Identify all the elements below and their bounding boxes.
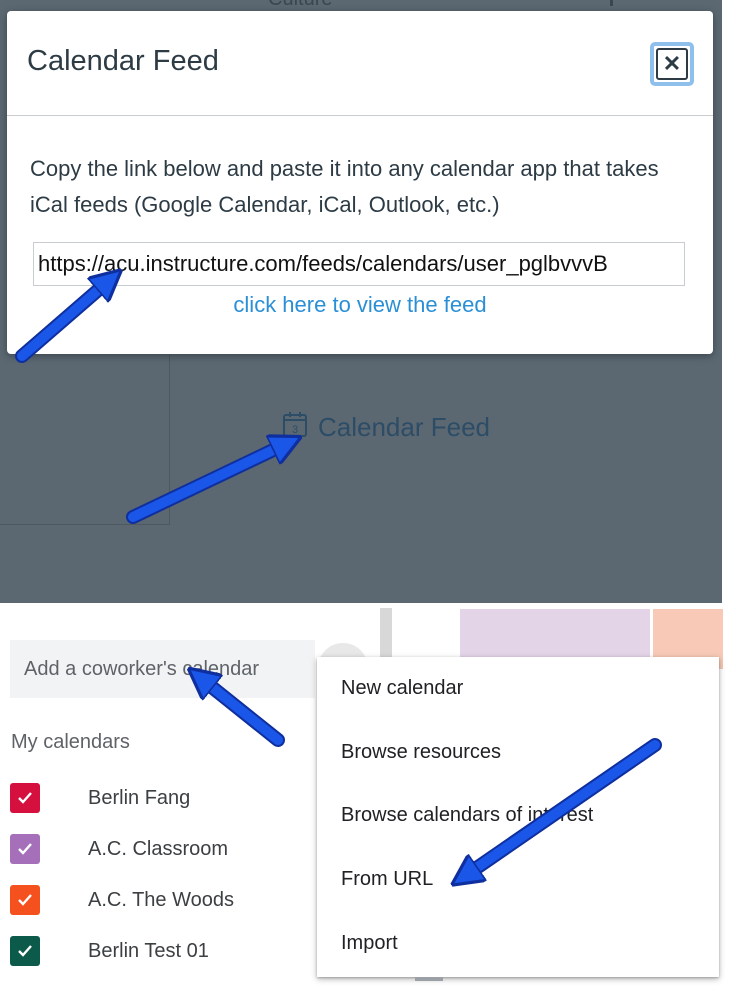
calendar-item[interactable]: A.C. The Woods — [10, 885, 234, 915]
coworker-search-input[interactable] — [10, 640, 315, 698]
calendar-feed-label: Calendar Feed — [318, 412, 490, 442]
menu-item-browse-calendars[interactable]: Browse calendars of interest — [341, 804, 593, 827]
calendar-icon-day: 3 — [292, 424, 298, 436]
calendar-name: A.C. The Woods — [88, 888, 234, 911]
background-divider — [610, 0, 613, 6]
background-strip — [380, 608, 392, 658]
view-feed-link[interactable]: click here to view the feed — [7, 292, 713, 318]
background-divider — [169, 355, 170, 525]
add-calendar-menu: New calendar Browse resources Browse cal… — [317, 657, 719, 977]
background-fragment — [415, 977, 443, 981]
calendar-feed-button[interactable]: 3 Calendar Feed — [282, 410, 490, 445]
background-divider — [0, 524, 170, 525]
google-calendar-sidebar: My calendars Berlin Fang A.C. Classroom … — [0, 603, 736, 1004]
menu-item-new-calendar[interactable]: New calendar — [341, 677, 463, 700]
menu-item-browse-resources[interactable]: Browse resources — [341, 741, 501, 764]
calendar-icon: 3 — [282, 410, 308, 445]
calendar-feed-dialog: Calendar Feed ✕ Copy the link below and … — [7, 11, 713, 354]
calendar-item[interactable]: Berlin Test 01 — [10, 936, 209, 966]
dialog-header: Calendar Feed ✕ — [7, 11, 713, 116]
canvas-calendar-screen: Culture 3 Calendar Feed Calendar Feed ✕ … — [0, 0, 722, 603]
close-icon: ✕ — [656, 48, 688, 80]
checkbox-checked-icon[interactable] — [10, 834, 40, 864]
feed-url-field[interactable] — [33, 242, 685, 286]
close-button[interactable]: ✕ — [650, 42, 694, 86]
background-course-title: Culture — [268, 0, 332, 11]
checkbox-checked-icon[interactable] — [10, 783, 40, 813]
calendar-name: Berlin Test 01 — [88, 939, 209, 962]
calendar-item[interactable]: A.C. Classroom — [10, 834, 228, 864]
checkbox-checked-icon[interactable] — [10, 936, 40, 966]
menu-item-import[interactable]: Import — [341, 932, 398, 955]
calendar-name: A.C. Classroom — [88, 837, 229, 860]
checkbox-checked-icon[interactable] — [10, 885, 40, 915]
dialog-title: Calendar Feed — [27, 45, 219, 77]
my-calendars-heading: My calendars — [11, 731, 130, 753]
dialog-description: Copy the link below and paste it into an… — [30, 156, 659, 217]
calendar-name: Berlin Fang — [88, 786, 191, 809]
menu-item-from-url[interactable]: From URL — [341, 868, 433, 891]
calendar-item[interactable]: Berlin Fang — [10, 783, 190, 813]
